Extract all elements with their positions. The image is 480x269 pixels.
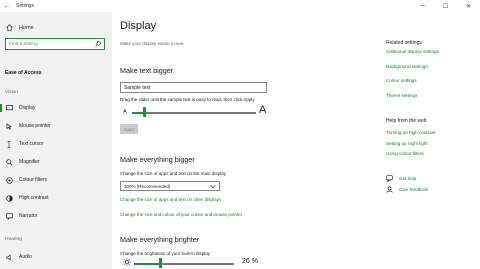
sample-text-box: Sample text	[120, 82, 267, 93]
text-size-slider[interactable]: A A	[120, 104, 270, 119]
give-feedback-label: Give feedback	[399, 187, 429, 192]
display-icon	[5, 104, 13, 112]
home-label: Home	[19, 24, 34, 31]
scale-dropdown-value: 100% (Recommended)	[124, 183, 171, 189]
link-background-settings[interactable]: Background settings	[386, 64, 428, 69]
chevron-down-icon	[210, 185, 216, 189]
get-help-link[interactable]: Get help	[386, 175, 416, 182]
high-contrast-icon	[5, 194, 13, 202]
sidebar-item-label: High contrast	[19, 195, 49, 201]
scale-label: Change the size of apps and text on the …	[120, 171, 226, 176]
sidebar-item-mouse-pointer[interactable]: Mouse pointer	[0, 119, 112, 133]
brightness-fill	[134, 263, 160, 265]
sidebar-item-high-contrast[interactable]: High contrast	[0, 191, 112, 205]
sidebar-item-label: Display	[19, 105, 36, 111]
sidebar-item-text-cursor[interactable]: Text cursor	[0, 137, 112, 151]
home-icon	[6, 24, 13, 31]
sidebar-item-magnifier[interactable]: Magnifier	[0, 155, 112, 169]
right-panel: Related settings Additional display sett…	[380, 12, 480, 269]
page-subtitle: Make your display easier to see.	[120, 41, 185, 46]
main-content: Display Make your display easier to see.…	[112, 12, 372, 269]
sidebar-item-label: Audio	[19, 254, 32, 260]
text-size-instruction: Drag the slider until the sample text is…	[120, 97, 255, 102]
search-box[interactable]	[5, 38, 105, 50]
sidebar-item-audio[interactable]: Audio	[0, 250, 112, 264]
brightness-label: Change the brightness of your built-in d…	[120, 251, 211, 256]
section-title: Ease of Access	[5, 70, 42, 76]
related-settings-heading: Related settings	[386, 40, 422, 46]
audio-icon	[5, 253, 13, 261]
heading-make-everything-brighter: Make everything brighter	[120, 235, 200, 244]
home-nav[interactable]: Home	[6, 24, 34, 31]
slider-track[interactable]	[132, 112, 256, 114]
small-a-label: A	[123, 109, 127, 115]
back-button[interactable]: ←	[0, 0, 14, 12]
sidebar-item-label: Text cursor	[19, 141, 44, 147]
mouse-pointer-icon	[5, 122, 13, 130]
colour-filters-icon	[5, 176, 13, 184]
sidebar-item-label: Narrator	[19, 213, 38, 219]
text-cursor-icon	[5, 140, 13, 148]
window-controls: — ☐ ✕	[411, 0, 480, 12]
group-label-hearing: Hearing	[5, 237, 22, 242]
narrator-icon	[5, 212, 13, 220]
scale-dropdown[interactable]: 100% (Recommended)	[120, 181, 220, 191]
link-turning-on-high-contrast[interactable]: Turning on high contrast	[386, 130, 435, 135]
give-feedback-link[interactable]: Give feedback	[386, 186, 428, 193]
get-help-label: Get help	[399, 176, 417, 181]
sidebar-item-display[interactable]: Display	[0, 101, 112, 115]
help-heading: Help from the web	[386, 118, 427, 124]
sidebar-item-narrator[interactable]: Narrator	[0, 209, 112, 223]
maximize-button[interactable]: ☐	[434, 0, 457, 12]
feedback-icon	[386, 186, 394, 193]
group-label-vision: Vision	[5, 90, 18, 95]
minimize-button[interactable]: —	[411, 0, 434, 12]
brightness-icon	[123, 258, 131, 266]
page-title: Display	[120, 20, 157, 32]
title-bar: ← Settings — ☐ ✕	[0, 0, 480, 12]
sidebar-item-colour-filters[interactable]: Colour filters	[0, 173, 112, 187]
close-button[interactable]: ✕	[457, 0, 480, 12]
window-title: Settings	[16, 3, 35, 9]
link-cursor-size[interactable]: Change the size and colour of your curso…	[120, 212, 242, 217]
apply-button[interactable]: Apply	[120, 124, 138, 134]
brightness-value: 26 %	[242, 258, 258, 265]
brightness-thumb[interactable]	[158, 258, 162, 268]
search-icon[interactable]	[95, 41, 101, 47]
magnifier-icon	[5, 158, 13, 166]
heading-make-everything-bigger: Make everything bigger	[120, 155, 195, 164]
sidebar-item-label: Mouse pointer	[19, 123, 51, 129]
slider-thumb[interactable]	[142, 107, 146, 117]
sidebar: Home Ease of Access Vision Display Mouse…	[0, 12, 112, 269]
sidebar-item-label: Magnifier	[19, 159, 40, 165]
link-theme-settings[interactable]: Theme settings	[386, 93, 417, 98]
brightness-slider[interactable]: 26 %	[120, 258, 270, 269]
link-using-colour-filters[interactable]: Using colour filters	[386, 151, 424, 156]
link-other-displays[interactable]: Change the size of apps and text on othe…	[120, 197, 221, 202]
heading-make-text-bigger: Make text bigger	[120, 66, 174, 75]
link-additional-display-settings[interactable]: Additional display settings	[386, 49, 439, 54]
big-a-label: A	[259, 104, 267, 116]
sidebar-item-label: Colour filters	[19, 177, 48, 183]
help-icon	[386, 175, 394, 182]
search-input[interactable]	[9, 41, 89, 47]
settings-window: ← Settings — ☐ ✕ Home Ease of Access Vis…	[0, 0, 480, 269]
link-colour-settings[interactable]: Colour settings	[386, 78, 417, 83]
link-setting-up-night-light[interactable]: Setting up night light	[386, 141, 428, 146]
